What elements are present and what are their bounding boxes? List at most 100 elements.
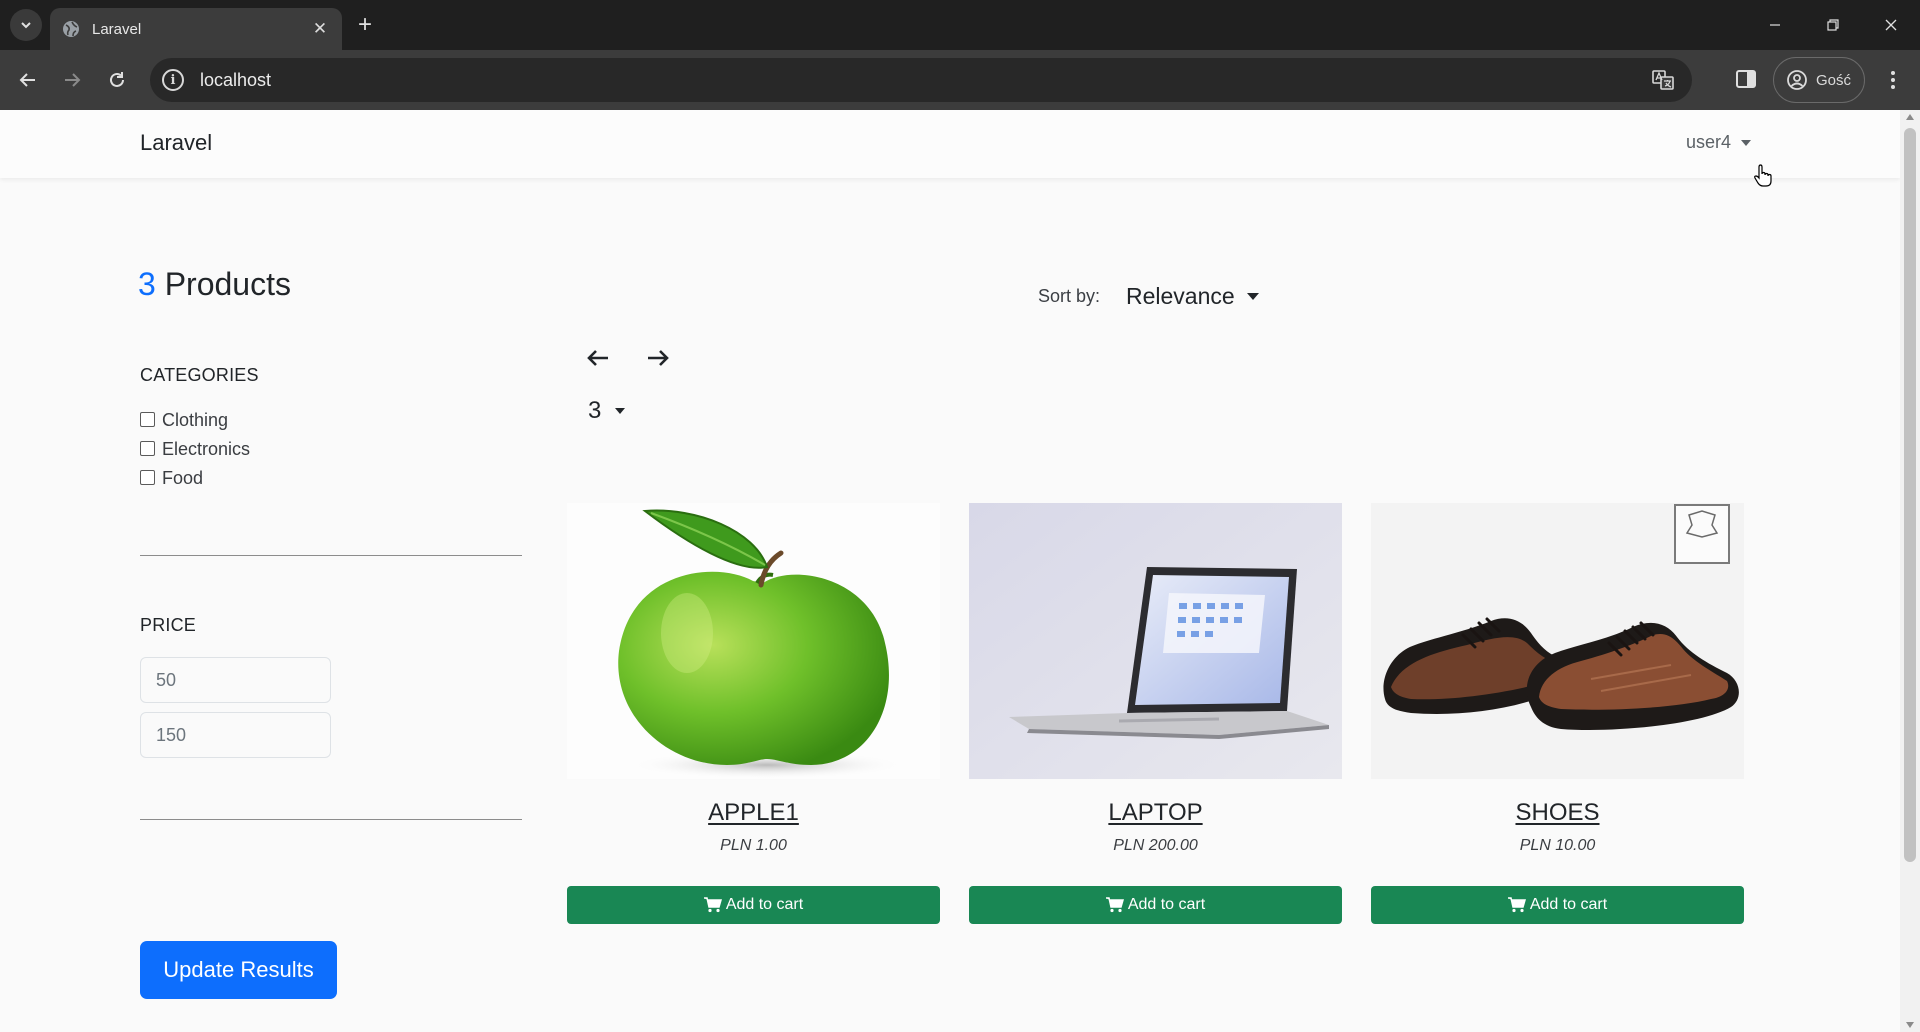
browser-menu-button[interactable] <box>1880 64 1906 96</box>
category-item-food[interactable]: Food <box>140 468 203 489</box>
navbar-brand[interactable]: Laravel <box>140 130 212 156</box>
scroll-up-icon[interactable] <box>1906 114 1914 120</box>
restore-icon <box>1827 19 1839 31</box>
user-dropdown[interactable]: user4 <box>1686 132 1752 153</box>
price-min-input[interactable]: 50 <box>140 657 331 703</box>
close-icon[interactable]: ✕ <box>310 19 330 39</box>
more-vertical-icon <box>1891 71 1895 89</box>
product-price: PLN 1.00 <box>720 837 787 854</box>
reload-button[interactable] <box>101 64 133 96</box>
product-image[interactable] <box>969 503 1342 779</box>
arrow-left-icon <box>19 73 35 87</box>
category-label: Clothing <box>162 410 229 430</box>
category-label: Electronics <box>162 439 251 459</box>
close-icon <box>1885 19 1897 31</box>
sidebar-divider <box>140 555 522 556</box>
arrow-left-icon <box>587 350 608 366</box>
cart-icon <box>703 897 722 913</box>
previous-page-button[interactable] <box>578 338 618 378</box>
per-page-dropdown[interactable]: 3 <box>588 397 626 425</box>
arrow-right-icon <box>65 73 81 87</box>
cart-icon <box>1105 897 1124 913</box>
product-name[interactable]: LAPTOP <box>969 799 1342 827</box>
hand-cursor-icon <box>1754 164 1772 187</box>
tab-title: Laravel <box>92 20 142 38</box>
minimize-icon <box>1770 24 1780 26</box>
product-name[interactable]: SHOES <box>1371 799 1744 827</box>
side-panel-icon[interactable] <box>1735 68 1757 90</box>
arrow-right-icon <box>648 350 669 366</box>
scroll-down-icon[interactable] <box>1906 1022 1914 1028</box>
product-name[interactable]: APPLE1 <box>567 799 940 827</box>
product-price: PLN 10.00 <box>1519 837 1596 854</box>
next-page-button[interactable] <box>638 338 678 378</box>
cart-icon <box>1507 897 1526 913</box>
green-apple-image <box>567 503 940 779</box>
category-item-electronics[interactable]: Electronics <box>140 439 250 460</box>
reload-icon <box>110 72 124 87</box>
user-name: user4 <box>1686 132 1732 152</box>
sort-label: Sort by: <box>1038 286 1101 306</box>
tab-search-button[interactable] <box>10 9 42 41</box>
category-label: Food <box>162 468 204 488</box>
browser-tab[interactable]: Laravel ✕ <box>50 8 342 50</box>
sort-value: Relevance <box>1126 283 1235 309</box>
site-navbar: Laravel user4 <box>0 110 1900 178</box>
new-tab-button[interactable]: + <box>352 12 378 38</box>
add-to-cart-label: Add to cart <box>1529 896 1608 913</box>
add-to-cart-button[interactable]: Add to cart <box>1371 886 1744 924</box>
products-count: 3 <box>138 266 156 302</box>
address-url: localhost <box>200 69 272 90</box>
forward-button[interactable] <box>56 64 88 96</box>
add-to-cart-label: Add to cart <box>725 896 804 913</box>
category-item-clothing[interactable]: Clothing <box>140 410 228 431</box>
caret-down-icon <box>1246 293 1259 300</box>
page-content: Laravel user4 3 Products Sort by: Releva… <box>0 110 1900 1032</box>
back-button[interactable] <box>12 64 44 96</box>
product-card: SHOES PLN 10.00 Add to cart <box>1371 503 1744 924</box>
product-card: LAPTOP PLN 200.00 Add to cart <box>969 503 1342 924</box>
product-image[interactable] <box>567 503 940 779</box>
leather-badge <box>1674 504 1730 564</box>
minimize-button[interactable] <box>1746 0 1804 50</box>
product-image[interactable] <box>1371 503 1744 779</box>
page-scrollbar[interactable] <box>1900 110 1920 1032</box>
avatar-icon <box>1787 70 1807 90</box>
sidebar-divider <box>140 819 522 820</box>
category-checkbox[interactable] <box>140 440 155 456</box>
add-to-cart-label: Add to cart <box>1127 896 1206 913</box>
category-checkbox[interactable] <box>140 411 155 427</box>
scrollbar-thumb[interactable] <box>1904 128 1916 862</box>
profile-label: Gość <box>1816 71 1852 89</box>
category-checkbox[interactable] <box>140 469 155 485</box>
browser-tab-strip: Laravel ✕ + <box>0 0 1920 50</box>
per-page-value: 3 <box>588 397 602 424</box>
categories-heading: CATEGORIES <box>140 365 259 385</box>
browser-toolbar: i localhost Gość <box>0 50 1920 110</box>
add-to-cart-button[interactable]: Add to cart <box>969 886 1342 924</box>
price-max-value: 150 <box>156 724 187 745</box>
sort-dropdown[interactable]: Relevance <box>1126 283 1259 310</box>
products-count-label: Products <box>164 266 291 302</box>
laptop-image <box>969 503 1342 779</box>
address-bar[interactable]: i localhost <box>150 58 1692 102</box>
translate-icon[interactable] <box>1652 69 1674 91</box>
update-results-button[interactable]: Update Results <box>140 941 337 999</box>
products-count-heading: 3 Products <box>138 266 291 303</box>
profile-button[interactable]: Gość <box>1773 57 1865 103</box>
chevron-down-icon <box>21 22 31 29</box>
caret-down-icon <box>615 408 626 414</box>
add-to-cart-button[interactable]: Add to cart <box>567 886 940 924</box>
globe-icon <box>63 21 79 37</box>
price-min-value: 50 <box>156 669 177 690</box>
brown-shoes-image <box>1371 503 1744 779</box>
restore-button[interactable] <box>1804 0 1862 50</box>
close-window-button[interactable] <box>1862 0 1920 50</box>
price-max-input[interactable]: 150 <box>140 712 331 758</box>
window-controls <box>1746 0 1920 50</box>
site-info-icon[interactable]: i <box>162 69 184 91</box>
product-card: APPLE1 PLN 1.00 Add to cart <box>567 503 940 924</box>
price-heading: PRICE <box>140 615 197 635</box>
product-price: PLN 200.00 <box>1113 837 1198 854</box>
caret-down-icon <box>1741 139 1752 146</box>
